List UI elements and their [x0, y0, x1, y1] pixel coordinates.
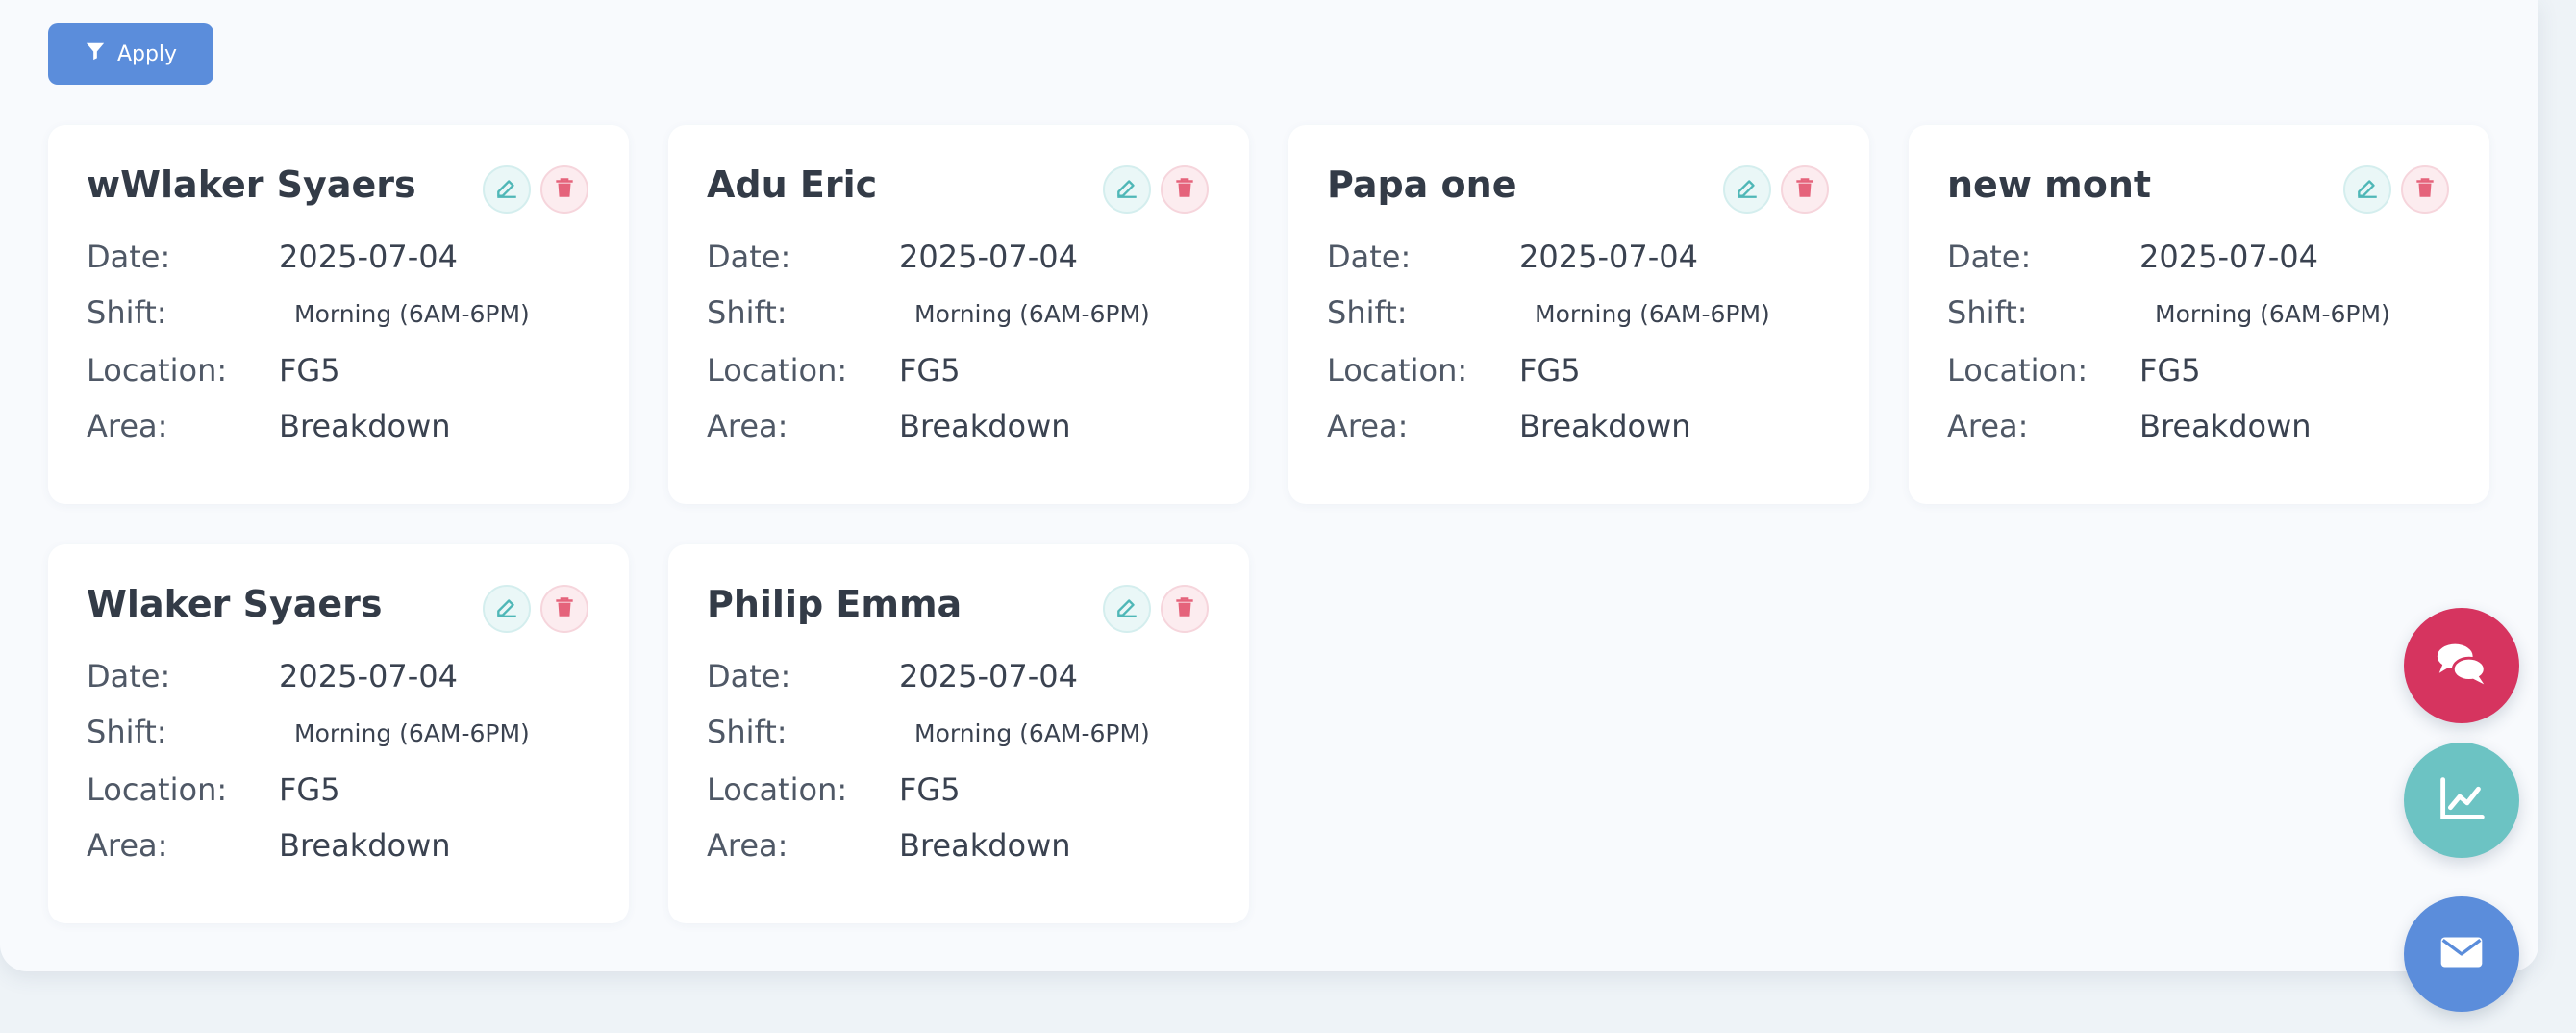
trash-icon [552, 175, 577, 204]
edit-icon [1114, 594, 1139, 623]
date-label: Date: [707, 239, 791, 275]
card: Adu Eric Date: 2025-07-04 Shift: Morning… [668, 125, 1249, 504]
card: wWlaker Syaers Date: 2025-07-04 Shift: M… [48, 125, 629, 504]
trash-icon [1792, 175, 1817, 204]
card-title: Wlaker Syaers [87, 583, 383, 625]
delete-button[interactable] [2401, 165, 2449, 214]
edit-icon [494, 594, 519, 623]
date-value: 2025-07-04 [899, 658, 1078, 694]
main-panel: Apply wWlaker Syaers Date: 2025-07-04 Sh… [0, 0, 2538, 971]
date-label: Date: [1947, 239, 2032, 275]
delete-button[interactable] [540, 585, 588, 633]
location-label: Location: [87, 352, 228, 389]
location-label: Location: [1947, 352, 2088, 389]
location-label: Location: [87, 771, 228, 808]
area-value: Breakdown [1519, 408, 1691, 444]
delete-button[interactable] [1161, 585, 1209, 633]
shift-label: Shift: [707, 294, 788, 331]
shift-value: Morning (6AM-6PM) [2155, 300, 2390, 328]
trash-icon [1172, 594, 1197, 623]
edit-icon [494, 175, 519, 204]
shift-label: Shift: [87, 714, 167, 750]
chat-fab-button[interactable] [2404, 608, 2519, 723]
card-title: new mont [1947, 164, 2152, 206]
apply-filter-button[interactable]: Apply [48, 23, 213, 85]
edit-button[interactable] [1103, 165, 1151, 214]
edit-button[interactable] [1103, 585, 1151, 633]
mail-fab-button[interactable] [2404, 896, 2519, 1012]
edit-button[interactable] [1723, 165, 1771, 214]
location-value: FG5 [1519, 352, 1581, 389]
shift-value: Morning (6AM-6PM) [294, 300, 530, 328]
shift-label: Shift: [87, 294, 167, 331]
card: Wlaker Syaers Date: 2025-07-04 Shift: Mo… [48, 544, 629, 923]
comments-icon [2432, 634, 2491, 697]
date-value: 2025-07-04 [2139, 239, 2318, 275]
shift-value: Morning (6AM-6PM) [1535, 300, 1770, 328]
edit-icon [1735, 175, 1760, 204]
card-title: Philip Emma [707, 583, 963, 625]
area-label: Area: [707, 827, 788, 864]
trash-icon [552, 594, 577, 623]
card-title: Adu Eric [707, 164, 878, 206]
area-label: Area: [1947, 408, 2029, 444]
location-label: Location: [707, 352, 848, 389]
card: new mont Date: 2025-07-04 Shift: Morning… [1909, 125, 2489, 504]
area-value: Breakdown [279, 827, 451, 864]
apply-button-label: Apply [116, 41, 178, 66]
area-label: Area: [87, 827, 168, 864]
location-label: Location: [1327, 352, 1468, 389]
location-value: FG5 [279, 352, 340, 389]
area-value: Breakdown [2139, 408, 2312, 444]
shift-label: Shift: [1327, 294, 1408, 331]
date-value: 2025-07-04 [279, 658, 458, 694]
shift-value: Morning (6AM-6PM) [294, 719, 530, 747]
card-title: Papa one [1327, 164, 1517, 206]
analytics-fab-button[interactable] [2404, 743, 2519, 858]
edit-button[interactable] [483, 585, 531, 633]
date-label: Date: [1327, 239, 1412, 275]
card-title: wWlaker Syaers [87, 164, 416, 206]
edit-icon [1114, 175, 1139, 204]
location-value: FG5 [2139, 352, 2201, 389]
filter-icon [85, 40, 106, 67]
location-label: Location: [707, 771, 848, 808]
delete-button[interactable] [540, 165, 588, 214]
area-label: Area: [707, 408, 788, 444]
delete-button[interactable] [1781, 165, 1829, 214]
area-label: Area: [1327, 408, 1409, 444]
card: Philip Emma Date: 2025-07-04 Shift: Morn… [668, 544, 1249, 923]
edit-icon [2355, 175, 2380, 204]
delete-button[interactable] [1161, 165, 1209, 214]
date-value: 2025-07-04 [899, 239, 1078, 275]
edit-button[interactable] [483, 165, 531, 214]
shift-value: Morning (6AM-6PM) [914, 719, 1150, 747]
shift-label: Shift: [707, 714, 788, 750]
shift-label: Shift: [1947, 294, 2028, 331]
area-value: Breakdown [899, 408, 1071, 444]
date-value: 2025-07-04 [279, 239, 458, 275]
location-value: FG5 [899, 352, 961, 389]
area-value: Breakdown [899, 827, 1071, 864]
date-label: Date: [707, 658, 791, 694]
date-value: 2025-07-04 [1519, 239, 1698, 275]
card: Papa one Date: 2025-07-04 Shift: Morning… [1288, 125, 1869, 504]
envelope-icon [2432, 922, 2491, 986]
area-label: Area: [87, 408, 168, 444]
date-label: Date: [87, 239, 171, 275]
shift-value: Morning (6AM-6PM) [914, 300, 1150, 328]
date-label: Date: [87, 658, 171, 694]
trash-icon [1172, 175, 1197, 204]
trash-icon [2413, 175, 2438, 204]
area-value: Breakdown [279, 408, 451, 444]
location-value: FG5 [899, 771, 961, 808]
edit-button[interactable] [2343, 165, 2391, 214]
line-chart-icon [2432, 768, 2491, 832]
location-value: FG5 [279, 771, 340, 808]
